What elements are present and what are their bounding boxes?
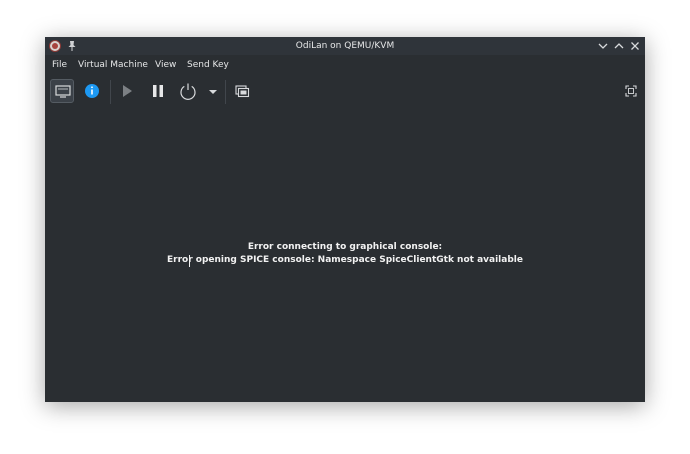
window-title: OdiLan on QEMU/KVM — [295, 41, 395, 51]
pause-icon — [153, 85, 163, 97]
menu-view[interactable]: View — [155, 56, 176, 74]
chevron-down-icon — [209, 90, 217, 94]
run-button[interactable] — [115, 79, 139, 103]
snapshots-icon — [235, 85, 250, 98]
info-icon — [85, 84, 99, 98]
console-area[interactable]: Error connecting to graphical console: E… — [45, 108, 645, 402]
vm-window: OdiLan on QEMU/KVM File Virtual Machine … — [45, 37, 645, 402]
menu-send-key[interactable]: Send Key — [187, 56, 229, 74]
fullscreen-icon — [625, 85, 637, 97]
menu-file[interactable]: File — [52, 56, 67, 74]
menu-bar: File Virtual Machine View Send Key — [45, 56, 645, 74]
monitor-icon — [55, 85, 71, 98]
shutdown-button[interactable] — [176, 79, 200, 103]
pause-button[interactable] — [146, 79, 170, 103]
text-cursor — [189, 255, 190, 267]
toolbar-separator — [225, 80, 226, 104]
error-detail: Error opening SPICE console: Namespace S… — [167, 255, 523, 265]
show-console-button[interactable] — [50, 79, 74, 103]
power-icon — [180, 83, 196, 100]
minimize-button[interactable] — [597, 40, 609, 52]
show-details-button[interactable] — [80, 79, 104, 103]
title-bar[interactable]: OdiLan on QEMU/KVM — [45, 37, 645, 55]
error-title: Error connecting to graphical console: — [247, 242, 443, 252]
fullscreen-button[interactable] — [619, 79, 643, 103]
manage-snapshots-button[interactable] — [230, 79, 254, 103]
maximize-button[interactable] — [613, 40, 625, 52]
toolbar-separator — [110, 80, 111, 104]
play-icon — [123, 85, 132, 97]
close-button[interactable] — [629, 40, 641, 52]
toolbar — [45, 76, 645, 106]
menu-virtual-machine[interactable]: Virtual Machine — [78, 56, 148, 74]
shutdown-menu-button[interactable] — [204, 79, 222, 103]
